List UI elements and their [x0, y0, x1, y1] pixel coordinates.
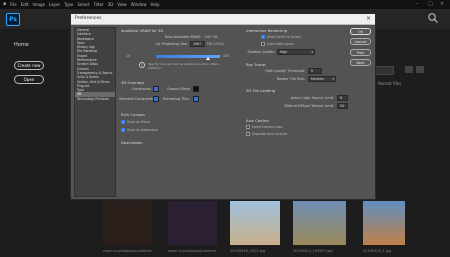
recent-thumbnail[interactable]	[103, 201, 152, 245]
overlays-section-title: 3D Overlays	[121, 80, 145, 85]
photoshop-logo: Ps	[6, 13, 20, 26]
next-button[interactable]: Next	[350, 59, 371, 66]
menu-bar: ▪ File Edit Image Layer Type Select Filt…	[0, 0, 450, 9]
open-button[interactable]: Open	[14, 75, 44, 84]
menu-help[interactable]: Help	[150, 2, 159, 7]
rendering-tiles-label: Rendering Tiles	[163, 97, 190, 101]
chevron-down-icon: ▾	[311, 50, 313, 54]
thumbnail-label: zoom-in-photoshop-content	[168, 249, 217, 253]
preferences-nav: General Interface Workspace Tools Histor…	[74, 27, 116, 197]
rendering-tiles-color-swatch[interactable]	[193, 96, 199, 102]
preferences-dialog: Preferences × General Interface Workspac…	[70, 13, 376, 200]
invert-camera-label: Invert Camera Axes	[252, 125, 283, 129]
menu-3d[interactable]: 3D	[108, 2, 114, 7]
render-tile-size-label: Render Tile Size:	[276, 77, 305, 81]
menu-layer[interactable]: Layer	[49, 2, 60, 7]
show-on-interaction-checkbox[interactable]: ✓	[121, 128, 125, 132]
selected-constraints-label: Selected Constraints	[119, 97, 155, 101]
rich-cursors-section-title: Rich Cursors	[121, 112, 145, 117]
quality-threshold-input[interactable]: 5	[308, 68, 322, 74]
show-on-hover-label: Show on Hover	[127, 120, 151, 124]
thumbnail-label: 20190424_193957.jpg	[293, 249, 333, 253]
ground-plane-label: Ground Plane	[167, 87, 190, 91]
selected-constraints-color-swatch[interactable]	[153, 96, 159, 102]
separate-axis-checkbox[interactable]	[246, 132, 250, 136]
default-diffuse-label: Default Diffuse Texture Limit:	[284, 104, 334, 108]
total-vram-value: 1967 MB	[204, 35, 218, 39]
render-tile-size-dropdown[interactable]: Medium ▾	[308, 76, 336, 82]
vram-section-title: Available VRAM for 3D	[121, 28, 164, 33]
cancel-button[interactable]: Cancel	[350, 38, 371, 45]
auto-hide-checkbox[interactable]	[261, 42, 265, 46]
menu-file[interactable]: File	[10, 2, 17, 7]
invert-camera-checkbox[interactable]	[246, 125, 250, 129]
close-icon[interactable]: ×	[366, 15, 371, 22]
active-light-label: Active Light Source Limit:	[290, 96, 334, 100]
menu-image[interactable]: Image	[32, 2, 45, 7]
vram-slider-thumb[interactable]	[206, 57, 211, 60]
axis-control-section-title: Axis Control	[246, 118, 269, 123]
ps-menu-icon[interactable]: ▪	[3, 1, 6, 7]
quality-threshold-label: High Quality Threshold:	[265, 69, 305, 73]
allow-direct-checkbox[interactable]: ✓	[261, 35, 265, 39]
menu-view[interactable]: View	[117, 2, 127, 7]
prev-button[interactable]: Prev	[350, 49, 371, 56]
shadow-quality-label: Shadow Quality:	[247, 50, 275, 54]
home-nav-label[interactable]: Home	[14, 42, 29, 48]
recent-thumbnail[interactable]	[293, 201, 346, 245]
vram-info-text-2: additions	[148, 66, 161, 70]
menu-window[interactable]: Window	[131, 2, 147, 7]
create-new-button[interactable]: Create new	[14, 61, 44, 70]
allow-direct-label: Allow Direct to Screen	[267, 35, 302, 39]
show-on-hover-checkbox[interactable]: ✓	[121, 120, 125, 124]
menu-select[interactable]: Select	[77, 2, 89, 7]
dialog-titlebar: Preferences ×	[71, 14, 375, 25]
vram-unit-label: MB (100%)	[207, 42, 225, 46]
constraints-label: Constraints	[131, 87, 151, 91]
interactive-rendering-section-title: Interactive Rendering	[246, 28, 288, 33]
ground-plane-color-swatch[interactable]	[193, 86, 199, 92]
auto-hide-label: Auto-Hide Layers	[267, 42, 294, 46]
file-loading-section-title: 3D File Loading	[246, 88, 276, 93]
recent-thumbnail[interactable]	[230, 201, 280, 245]
thumbnail-label: zoom-in-photoshop-content	[103, 249, 152, 253]
recent-files-label: Recent files	[378, 81, 402, 86]
chevron-down-icon: ▾	[332, 77, 334, 81]
constraints-color-swatch[interactable]	[153, 86, 159, 92]
grid-view-icon[interactable]	[405, 66, 413, 73]
separate-axis-label: Separate Axis Controls	[252, 132, 288, 136]
menu-edit[interactable]: Edit	[21, 2, 29, 7]
show-on-interaction-label: Show on Interaction	[127, 128, 158, 132]
description-label: Description	[121, 140, 143, 145]
menu-type[interactable]: Type	[64, 2, 73, 7]
thumbnail-label: 20190422_1.jpg	[363, 249, 392, 253]
minimize-icon[interactable]: –	[416, 1, 419, 7]
list-view-icon[interactable]	[416, 66, 424, 73]
recent-thumbnail[interactable]	[363, 201, 405, 245]
default-diffuse-input[interactable]: 50	[337, 103, 348, 109]
ok-button[interactable]: OK	[350, 28, 371, 35]
vram-value-input[interactable]: 1967	[190, 41, 205, 47]
dialog-title: Preferences	[75, 16, 102, 21]
render-tile-size-value: Medium	[311, 77, 324, 81]
recent-thumbnail[interactable]	[168, 201, 217, 245]
nav-item-technology-previews[interactable]: Technology Previews	[75, 97, 115, 101]
menu-filter[interactable]: Filter	[94, 2, 104, 7]
search-icon[interactable]	[427, 12, 439, 24]
shadow-quality-value: High	[280, 50, 288, 54]
ray-tracer-section-title: Ray Tracer	[246, 62, 266, 67]
let-photoshop-use-label: Let Photoshop Use:	[155, 42, 188, 46]
window-close-icon[interactable]: ×	[440, 1, 444, 7]
thumbnail-label: 20190426_1525.jpg	[230, 249, 265, 253]
active-light-input[interactable]: 8	[337, 95, 348, 101]
total-vram-label: Total Available VRAM:	[164, 35, 201, 39]
slider-max-label: 100	[223, 54, 229, 58]
shadow-quality-dropdown[interactable]: High ▾	[277, 49, 315, 55]
info-icon: i	[139, 62, 145, 68]
maximize-icon[interactable]: □	[428, 1, 433, 7]
slider-min-label: 10	[126, 54, 130, 58]
